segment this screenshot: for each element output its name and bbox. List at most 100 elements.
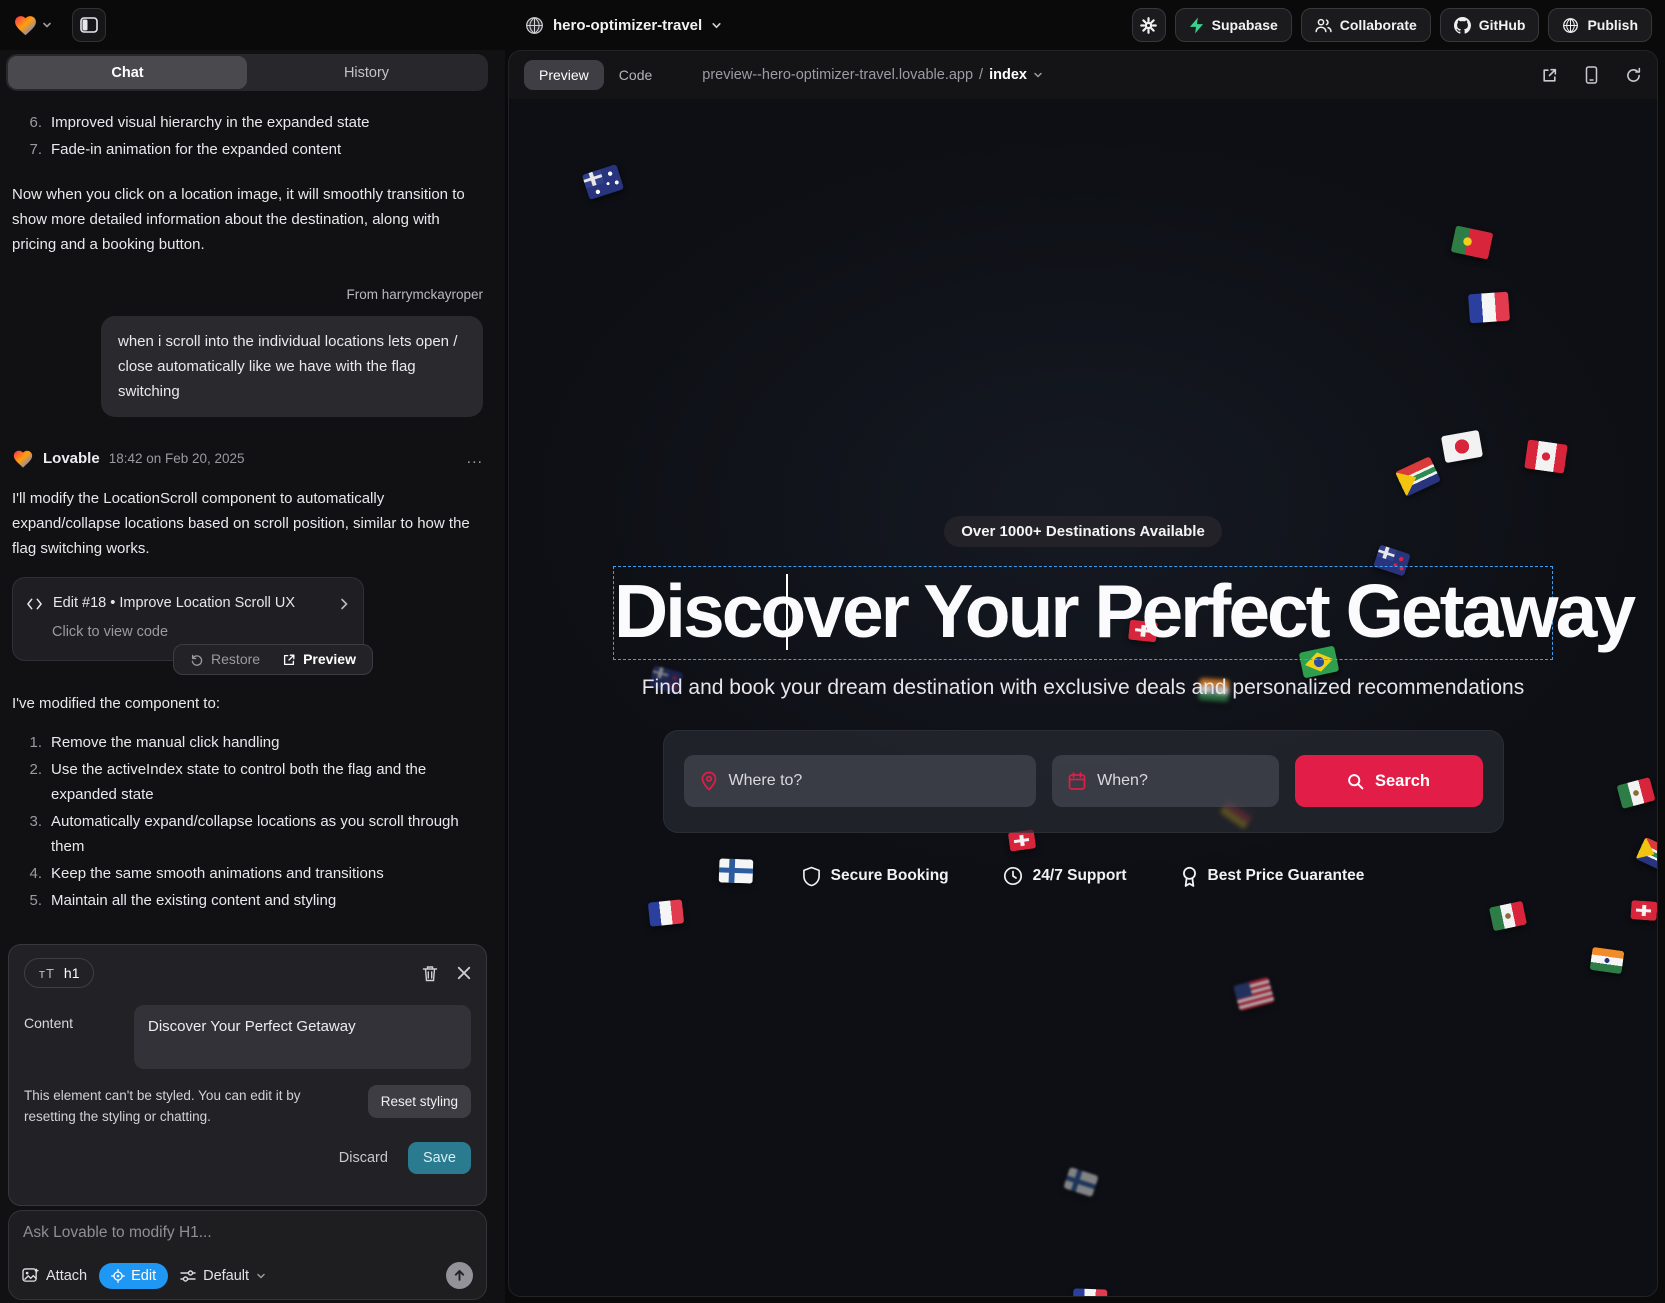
numbered-list-changes: 1.Remove the manual click handling 2.Use… [12, 730, 483, 913]
url-separator: / [979, 67, 983, 83]
hero-subtitle: Find and book your dream destination wit… [509, 676, 1657, 700]
send-button[interactable] [446, 1262, 473, 1289]
from-label: From harrymckayroper [12, 282, 483, 307]
tab-history[interactable]: History [247, 56, 486, 89]
sliders-icon [180, 1269, 196, 1283]
attach-button[interactable]: Attach [22, 1268, 87, 1284]
refresh-icon[interactable] [1625, 67, 1642, 84]
tab-code[interactable]: Code [619, 67, 652, 83]
mobile-view-icon[interactable] [1585, 66, 1598, 84]
message-timestamp: 18:42 on Feb 20, 2025 [109, 446, 245, 471]
tab-chat[interactable]: Chat [8, 56, 247, 89]
github-icon [1454, 17, 1471, 34]
preview-url[interactable]: preview--hero-optimizer-travel.lovable.a… [702, 67, 1043, 83]
supabase-label: Supabase [1212, 17, 1278, 33]
preview-viewport[interactable]: Over 1000+ Destinations Available Discov… [509, 99, 1657, 1296]
globe-icon [525, 16, 544, 35]
lovable-logo-menu[interactable] [13, 13, 52, 38]
preview-header: Preview Code preview--hero-optimizer-tra… [509, 51, 1657, 99]
supabase-icon [1189, 17, 1204, 34]
target-icon [111, 1269, 125, 1283]
trash-icon[interactable] [422, 965, 438, 982]
default-model-selector[interactable]: Default [180, 1268, 266, 1284]
hero-section: Over 1000+ Destinations Available Discov… [509, 99, 1657, 1296]
when-placeholder: When? [1097, 772, 1148, 790]
search-card: Where to? When? Search [663, 730, 1504, 833]
gear-icon [1140, 17, 1157, 34]
lovable-heart-icon [13, 13, 38, 38]
edit-mode-button[interactable]: Edit [99, 1263, 168, 1289]
sidebar-toggle-button[interactable] [72, 8, 106, 42]
close-icon[interactable] [457, 966, 471, 980]
url-page: index [989, 67, 1027, 83]
chat-sidebar: Chat History 6.Improved visual hierarchy… [0, 50, 505, 1303]
supabase-button[interactable]: Supabase [1175, 8, 1292, 42]
chat-input-placeholder[interactable]: Ask Lovable to modify H1... [23, 1224, 472, 1242]
feature-secure-booking: Secure Booking [802, 866, 949, 887]
restore-preview-group: Restore Preview [173, 644, 373, 675]
chevron-down-icon [256, 1271, 266, 1281]
chevron-down-icon [42, 20, 52, 30]
publish-label: Publish [1587, 17, 1638, 33]
open-in-new-tab-icon[interactable] [1541, 67, 1558, 84]
collaborate-button[interactable]: Collaborate [1301, 8, 1431, 42]
calendar-icon [1068, 772, 1086, 791]
map-pin-icon [700, 771, 718, 791]
discard-button[interactable]: Discard [339, 1150, 388, 1166]
chevron-right-icon [339, 598, 349, 610]
content-label: Content [24, 1005, 134, 1069]
restore-button[interactable]: Restore [179, 647, 271, 672]
list-item: 2.Use the activeIndex state to control b… [12, 757, 483, 807]
user-message-bubble: when i scroll into the individual locati… [101, 316, 483, 417]
edit-card[interactable]: Edit #18 • Improve Location Scroll UX Cl… [12, 577, 364, 661]
assistant-message: I'll modify the LocationScroll component… [12, 486, 483, 561]
preview-edit-button[interactable]: Preview [271, 647, 367, 672]
element-tag-name: h1 [64, 965, 80, 981]
panel-left-icon [80, 17, 98, 33]
element-editor-panel: ᴛT h1 Content Discover Your Perfect Geta… [8, 944, 487, 1206]
feature-best-price: Best Price Guarantee [1181, 866, 1365, 887]
preview-panel: Preview Code preview--hero-optimizer-tra… [508, 50, 1658, 1297]
when-input[interactable]: When? [1052, 755, 1278, 807]
where-placeholder: Where to? [729, 772, 803, 790]
sidebar-tabs: Chat History [6, 54, 488, 91]
save-button[interactable]: Save [408, 1142, 471, 1174]
list-item: 1.Remove the manual click handling [12, 730, 483, 755]
list-item: 7.Fade-in animation for the expanded con… [12, 137, 483, 162]
element-tag-pill[interactable]: ᴛT h1 [24, 958, 94, 988]
chat-input-card[interactable]: Ask Lovable to modify H1... Attach Edit [8, 1210, 487, 1300]
chevron-down-icon [711, 20, 722, 31]
globe-icon [1562, 17, 1579, 34]
arrow-up-icon [453, 1269, 466, 1282]
where-to-input[interactable]: Where to? [684, 755, 1037, 807]
chat-scroll-area[interactable]: 6.Improved visual hierarchy in the expan… [0, 98, 505, 943]
edit-card-title: Edit #18 • Improve Location Scroll UX [53, 591, 328, 616]
style-note: This element can't be styled. You can ed… [24, 1085, 334, 1127]
numbered-list-top: 6.Improved visual hierarchy in the expan… [12, 110, 483, 162]
topbar: hero-optimizer-travel Supabase [0, 0, 1665, 50]
reset-styling-button[interactable]: Reset styling [368, 1085, 471, 1118]
settings-button[interactable] [1132, 8, 1166, 42]
clock-icon [1003, 866, 1023, 886]
assistant-name: Lovable [43, 446, 100, 471]
list-item: 3.Automatically expand/collapse location… [12, 809, 483, 859]
destinations-badge: Over 1000+ Destinations Available [944, 516, 1222, 547]
search-icon [1347, 773, 1364, 790]
message-menu-button[interactable]: ... [467, 446, 483, 471]
github-label: GitHub [1479, 17, 1526, 33]
project-name: hero-optimizer-travel [553, 17, 702, 34]
tab-preview[interactable]: Preview [524, 60, 604, 90]
url-host: preview--hero-optimizer-travel.lovable.a… [702, 67, 973, 83]
hero-title[interactable]: Discover Your Perfect Getaway [614, 573, 1552, 650]
feature-row: Secure Booking 24/7 Support Best Price G… [509, 866, 1657, 887]
text-caret [786, 574, 788, 650]
publish-button[interactable]: Publish [1548, 8, 1652, 42]
view-code-link[interactable]: Click to view code [52, 620, 349, 645]
award-icon [1181, 866, 1198, 887]
selected-h1-outline[interactable]: Discover Your Perfect Getaway [613, 566, 1553, 660]
search-button[interactable]: Search [1295, 755, 1483, 807]
external-link-icon [282, 653, 296, 667]
content-textarea[interactable]: Discover Your Perfect Getaway [134, 1005, 471, 1069]
project-switcher[interactable]: hero-optimizer-travel [525, 0, 722, 50]
github-button[interactable]: GitHub [1440, 8, 1540, 42]
